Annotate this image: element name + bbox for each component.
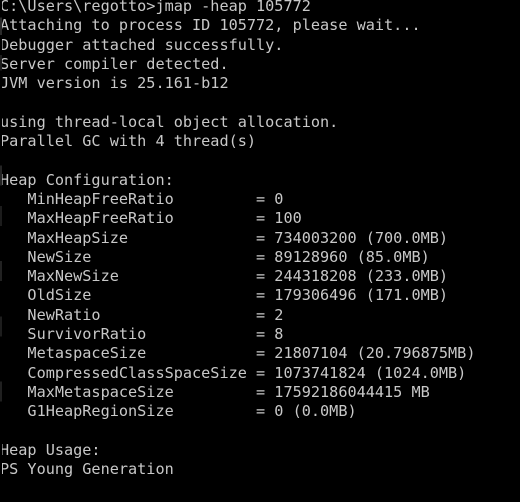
terminal-line: SurvivorRatio = 8 <box>0 325 284 344</box>
terminal-line: NewRatio = 2 <box>0 305 284 324</box>
terminal-line: Heap Configuration: <box>0 170 174 189</box>
terminal-line: CompressedClassSpaceSize = 1073741824 (1… <box>0 363 467 382</box>
terminal-line: MaxHeapSize = 734003200 (700.0MB) <box>0 228 449 247</box>
terminal-line: MaxHeapFreeRatio = 100 <box>0 209 302 228</box>
terminal-line: NewSize = 89128960 (85.0MB) <box>0 247 430 266</box>
terminal-line: Parallel GC with 4 thread(s) <box>0 132 257 151</box>
terminal-output-buffer: C:\Users\regotto>jmap -heap 105772 Attach… <box>0 0 520 479</box>
terminal-line: OldSize = 179306496 (171.0MB) <box>0 286 449 305</box>
terminal-line: PS Young Generation <box>0 460 174 479</box>
terminal-line: C:\Users\regotto>jmap -heap 105772 <box>0 0 311 15</box>
terminal-line: MinHeapFreeRatio = 0 <box>0 189 284 208</box>
terminal-line: Heap Usage: <box>0 440 101 459</box>
terminal-line: Attaching to process ID 105772, please w… <box>0 16 421 35</box>
terminal-window[interactable]: C:\Users\regotto>jmap -heap 105772 Attach… <box>0 0 520 502</box>
terminal-line: MaxNewSize = 244318208 (233.0MB) <box>0 267 449 286</box>
terminal-line: Debugger attached successfully. <box>0 35 284 54</box>
terminal-line: MetaspaceSize = 21807104 (20.796875MB) <box>0 344 476 363</box>
terminal-line: Server compiler detected. <box>0 54 229 73</box>
terminal-line: using thread-local object allocation. <box>0 112 339 131</box>
terminal-line: MaxMetaspaceSize = 17592186044415 MB <box>0 382 430 401</box>
terminal-line: G1HeapRegionSize = 0 (0.0MB) <box>0 402 357 421</box>
terminal-line: JVM version is 25.161-b12 <box>0 74 229 93</box>
